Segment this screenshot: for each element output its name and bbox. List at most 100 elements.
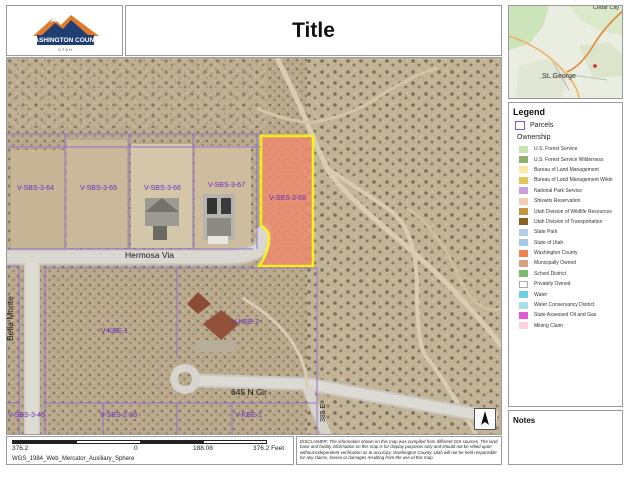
parcel-swatch-icon (515, 121, 525, 130)
house-icon (203, 194, 235, 244)
legend-swatch (519, 218, 528, 226)
legend-item-label: U.S. Forest Service Wilderness (534, 156, 604, 163)
legend-swatch (519, 291, 528, 299)
street-label-bella: Bella Monte (6, 296, 15, 341)
legend-item-label: Mining Claim (534, 322, 563, 329)
parcel-label: V-SBS-3-64 (17, 185, 54, 192)
legend-title: Legend (513, 107, 546, 117)
legend-swatch (519, 208, 528, 216)
legend-item-label: Washington County (534, 250, 578, 257)
parcel-label: V-KBE-2 (232, 319, 259, 326)
legend-parcels: Parcels (515, 121, 618, 130)
legend-swatch (519, 280, 528, 288)
legend-item: Utah Division of Wildlife Resources (519, 206, 618, 216)
notes-title: Notes (513, 416, 536, 425)
legend-swatch (519, 197, 528, 205)
page-title: Title (292, 18, 335, 42)
legend-item-label: National Park Service (534, 187, 583, 194)
legend-item-label: Bureau of Land Management Wilde (534, 177, 613, 184)
legend-ownership-title: Ownership (517, 134, 551, 141)
main-map[interactable]: V-SBS-3-64 V-SBS-3-65 V-SBS-3-66 V-SBS-3… (6, 57, 502, 435)
legend-item: State of Utah (519, 238, 618, 248)
title-box: Title (125, 5, 502, 56)
legend-swatch (519, 239, 528, 247)
street-label-hermosa: Hermosa Via (125, 250, 174, 260)
legend-swatch (519, 301, 528, 309)
legend-item: Mining Claim (519, 321, 618, 331)
legend-item-label: Shivwits Reservation (534, 198, 581, 205)
disclaimer-panel: DISCLAIMER: The information shown on thi… (296, 436, 502, 465)
county-logo: WASHINGTON COUNTY UTAH (6, 5, 123, 56)
legend-item-label: Privately Owned (534, 281, 571, 288)
legend-swatch (519, 176, 528, 184)
logo-name: WASHINGTON COUNTY (28, 37, 103, 44)
parcel-label: V-SBS-3-45 (8, 412, 45, 419)
legend-item-label: U.S. Forest Service (534, 146, 578, 153)
legend-swatch (519, 311, 528, 319)
legend-item-label: Municipally Owned (534, 260, 576, 267)
legend-swatch (519, 187, 528, 195)
legend-swatch (519, 249, 528, 257)
legend-swatch (519, 228, 528, 236)
legend-item-label: State Park (534, 229, 558, 236)
legend-item-label: Utah Division of Transportation (534, 218, 603, 225)
legend-item: U.S. Forest Service (519, 144, 618, 154)
legend-swatch (519, 322, 528, 330)
overview-label-cedar: Cedar City (593, 5, 619, 11)
legend-item: Bureau of Land Management Wilde (519, 175, 618, 185)
overview-map-graphic (509, 6, 622, 98)
legend-item: Municipally Owned (519, 258, 618, 268)
legend-items: U.S. Forest Service U.S. Forest Service W… (513, 144, 618, 331)
overview-label-city: St. George (542, 73, 576, 80)
parcel-label: V-SBS-2-38 (100, 412, 137, 419)
legend-item: Utah Division of Transportation (519, 217, 618, 227)
overview-map: Cedar City St. George (508, 5, 623, 99)
legend-item: Bureau of Land Management (519, 165, 618, 175)
legend-parcels-label: Parcels (530, 122, 554, 129)
parcel-label: V-SBS-3-68 (269, 195, 306, 202)
scale-zero: 0 (134, 445, 138, 452)
projection-text: WGS_1984_Web_Mercator_Auxiliary_Sphere (12, 456, 135, 462)
scale-left: 376.2 (12, 445, 29, 452)
legend-item: Water (519, 289, 618, 299)
legend-swatch (519, 156, 528, 164)
legend-item-label: Utah Division of Wildlife Resources (534, 208, 612, 215)
street-label-east: 385 E (320, 403, 327, 422)
legend-swatch (519, 270, 528, 278)
legend-item-label: State Assessed Oil and Gas (534, 312, 597, 319)
legend-item-label: Water (534, 291, 548, 298)
parcel-label: V-SBS-3-65 (80, 185, 117, 192)
legend-item: Shivwits Reservation (519, 196, 618, 206)
scale-mid: 188.08 (193, 445, 213, 452)
disclaimer-text: DISCLAIMER: The information shown on thi… (300, 439, 498, 460)
aerial-map-canvas[interactable] (7, 58, 502, 435)
legend-swatch (519, 259, 528, 267)
legend-item: Privately Owned (519, 279, 618, 289)
legend-panel: Legend Parcels Ownership U.S. Forest Ser… (508, 102, 623, 407)
legend-item-label: Bureau of Land Management (534, 166, 599, 173)
location-marker-icon (593, 64, 597, 68)
parcel-label: V-SBS-3-66 (144, 185, 181, 192)
legend-item: Washington County (519, 248, 618, 258)
parcel-label: V-SBS-3-67 (208, 182, 245, 189)
legend-item: State Assessed Oil and Gas (519, 310, 618, 320)
legend-item-label: Water Conservancy District (534, 302, 595, 309)
scale-bar (12, 440, 267, 444)
parcel-label: V-KBE-1 (235, 412, 262, 419)
legend-item: U.S. Forest Service Wilderness (519, 154, 618, 164)
logo-sub: UTAH (58, 47, 73, 52)
legend-item-label: School District (534, 270, 566, 277)
scale-panel: 376.2 0 188.08 376.2 Feet WGS_1984_Web_M… (6, 436, 294, 465)
street-label-cir: 645 N Cir (231, 387, 267, 397)
legend-item-label: State of Utah (534, 239, 564, 246)
legend-item: National Park Service (519, 186, 618, 196)
parcel-label: V-KBE-1 (101, 328, 128, 335)
legend-item: School District (519, 269, 618, 279)
legend-swatch (519, 145, 528, 153)
legend-item: State Park (519, 227, 618, 237)
legend-swatch (519, 166, 528, 174)
north-arrow-icon (474, 408, 496, 430)
legend-item: Water Conservancy District (519, 300, 618, 310)
scale-right: 376.2 Feet (253, 445, 285, 452)
notes-panel: Notes (508, 410, 623, 465)
